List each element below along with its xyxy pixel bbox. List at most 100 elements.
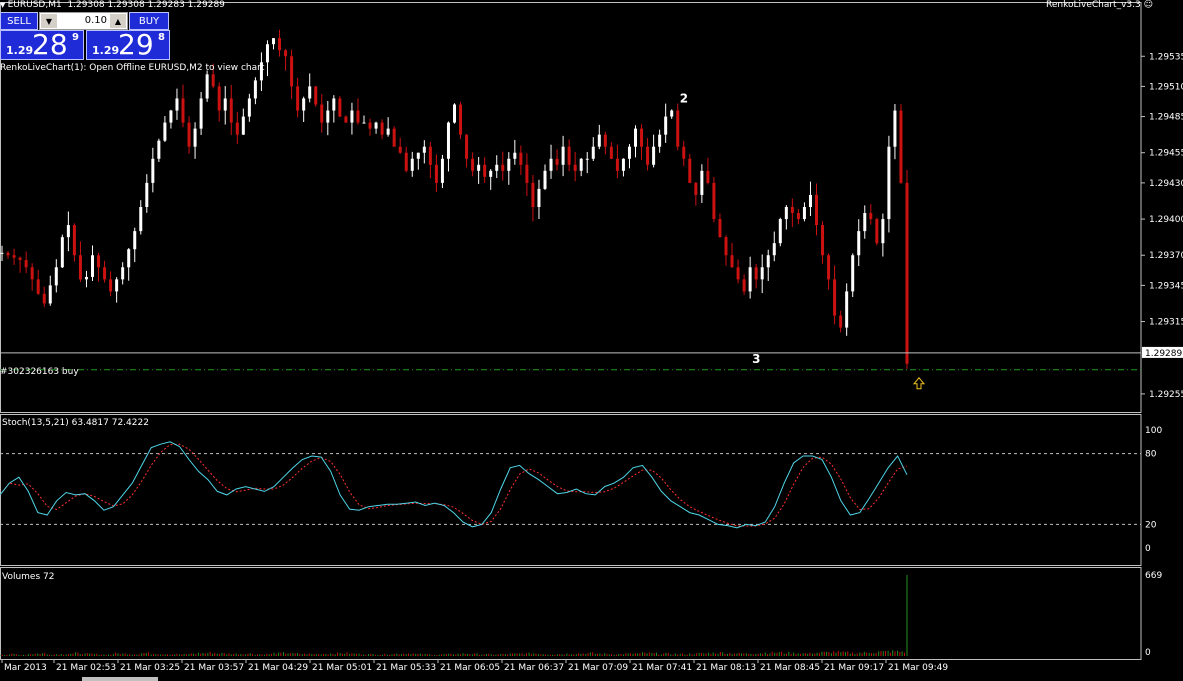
volume-panel: Volumes 72 xyxy=(0,567,1142,660)
candle-body xyxy=(199,98,203,129)
annotation-label: 2 xyxy=(680,91,688,105)
candle-body xyxy=(229,98,233,123)
ohlc-readout: ▼ EURUSD,M1 1.29308 1.29308 1.29283 1.29… xyxy=(0,0,225,10)
sell-price-box[interactable]: 1.29 28 9 xyxy=(0,28,84,61)
candle-body xyxy=(440,158,444,183)
candle-body xyxy=(772,243,776,256)
buy-price-box[interactable]: 1.29 29 8 xyxy=(86,28,170,61)
time-axis-label: 21 Mar 06:05 xyxy=(440,663,500,673)
candle-body xyxy=(434,164,438,183)
chart-tab[interactable] xyxy=(82,677,158,681)
candle-body xyxy=(398,146,402,153)
candle-body xyxy=(712,182,716,220)
candle-body xyxy=(483,164,487,177)
candle-body xyxy=(241,116,245,135)
candle-body xyxy=(531,182,535,207)
price-axis-label: 1.29535 xyxy=(1149,52,1183,62)
candle-body xyxy=(477,164,481,171)
candle-body xyxy=(694,182,698,195)
candle-body xyxy=(670,110,674,117)
candle-body xyxy=(519,152,523,165)
candle-body xyxy=(235,122,239,135)
candle-body xyxy=(151,158,155,183)
candle-body xyxy=(84,276,88,280)
candle-body xyxy=(428,146,432,165)
candle-body xyxy=(489,170,493,177)
candle-body xyxy=(802,207,806,220)
info-line: RenkoLiveChart(1): Open Offline EURUSD,M… xyxy=(0,63,265,73)
axes: 1.29535 1.29510 1.29485 1.29455 1.29430 1.294… xyxy=(1,52,1183,673)
candle-body xyxy=(766,255,770,268)
candle-body xyxy=(139,207,143,232)
order-line-label: #302326163 buy xyxy=(0,367,79,377)
candle-body xyxy=(12,255,16,258)
lot-increase-icon[interactable]: ▲ xyxy=(110,14,126,28)
candle-body xyxy=(495,164,499,171)
time-axis-label: 21 Mar 07:41 xyxy=(632,663,692,673)
candle-body xyxy=(326,110,330,123)
candle-body xyxy=(525,164,529,183)
candle-body xyxy=(272,38,275,45)
candle-body xyxy=(169,110,173,123)
candle-body xyxy=(784,207,788,220)
candle-body xyxy=(664,116,668,135)
candle-body xyxy=(109,279,113,292)
price-axis-label: 1.29255 xyxy=(1149,390,1183,400)
candle-body xyxy=(332,98,336,111)
lot-decrease-icon[interactable]: ▼ xyxy=(41,14,57,28)
candle-body xyxy=(157,140,161,159)
candle-body xyxy=(338,98,342,117)
candle-body xyxy=(591,146,595,159)
candle-body xyxy=(597,134,601,147)
candle-body xyxy=(790,207,794,214)
candle-body xyxy=(36,279,40,294)
price-axis-label: 1.29400 xyxy=(1149,215,1183,225)
candle-body xyxy=(103,267,107,280)
candle-body xyxy=(718,219,722,238)
chart-canvas[interactable]: 2 3 Stoch(13,5,21) 63.4817 72.4222 Volume… xyxy=(0,0,1183,681)
current-price-label: 1.29289 xyxy=(1145,349,1182,359)
volume-axis-max: 669 xyxy=(1145,571,1162,581)
candle-body xyxy=(603,134,607,147)
candle-body xyxy=(549,158,553,171)
candle-body xyxy=(748,267,752,292)
candle-body xyxy=(893,110,897,147)
volume-panel-frame xyxy=(0,567,1142,660)
candle-body xyxy=(845,291,849,328)
candle-body xyxy=(410,158,414,171)
time-axis-label: 21 Mar 04:29 xyxy=(248,663,308,673)
candle-body xyxy=(863,213,867,232)
candle-body xyxy=(320,104,324,123)
candle-body xyxy=(422,146,426,153)
stoch-panel: Stoch(13,5,21) 63.4817 72.4222 xyxy=(0,414,1142,566)
candle-body xyxy=(205,74,209,99)
candle-body xyxy=(0,252,4,254)
time-axis-label: 21 Mar 05:33 xyxy=(376,663,436,673)
candle-body xyxy=(6,252,10,256)
candle-body xyxy=(627,146,631,159)
price-axis-label: 1.29455 xyxy=(1149,149,1183,159)
candle-body xyxy=(839,315,843,328)
candle-body xyxy=(869,213,873,220)
candle-body xyxy=(459,104,463,135)
candle-body xyxy=(24,260,28,268)
sell-price-sup: 9 xyxy=(72,32,79,43)
candle-body xyxy=(760,267,764,280)
candle-body xyxy=(66,225,70,238)
buy-price-sup: 8 xyxy=(158,32,165,43)
candle-body xyxy=(585,158,589,160)
candle-body xyxy=(392,128,396,147)
candle-body xyxy=(646,146,650,165)
candle-body xyxy=(193,128,197,147)
candle-body xyxy=(736,267,740,280)
time-axis-label: 21 Mar 07:09 xyxy=(568,663,628,673)
candle-body xyxy=(640,128,644,147)
time-axis-label: 21 Mar 09:17 xyxy=(824,663,884,673)
candle-body xyxy=(567,146,571,165)
candle-body xyxy=(881,219,885,244)
candle-body xyxy=(682,146,686,159)
candle-body xyxy=(54,267,58,286)
candle-body xyxy=(290,56,294,87)
candle-body xyxy=(121,267,125,280)
sell-price-prefix: 1.29 xyxy=(6,44,34,57)
